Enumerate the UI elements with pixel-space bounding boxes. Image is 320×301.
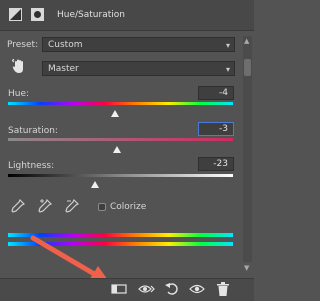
reset-icon[interactable] [163, 281, 181, 297]
trash-icon[interactable] [214, 281, 232, 297]
scrollbar-thumb[interactable] [244, 59, 251, 76]
hue-slider-thumb[interactable] [111, 110, 119, 117]
adjustment-layer-icon[interactable] [9, 8, 22, 21]
preset-dropdown[interactable]: Custom ▾ [42, 37, 235, 52]
panel-title: Hue/Saturation [57, 10, 125, 20]
colorize-label: Colorize [110, 202, 147, 212]
targeted-adjustment-hand-icon[interactable] [12, 59, 26, 75]
mask-icon[interactable] [31, 8, 44, 21]
lightness-value-field[interactable]: -23 [198, 157, 234, 171]
eyedropper-minus-icon[interactable] [65, 199, 79, 213]
visibility-eye-icon[interactable] [188, 281, 206, 297]
eyedropper-plus-icon[interactable] [38, 199, 52, 213]
saturation-value-field[interactable]: -3 [198, 122, 234, 136]
preset-value: Custom [48, 40, 83, 50]
scroll-down-icon[interactable]: ▼ [244, 264, 249, 272]
saturation-gradient-track[interactable] [8, 138, 233, 141]
lightness-label: Lightness: [8, 161, 55, 171]
source-spectrum-bar [8, 233, 233, 237]
saturation-slider-thumb[interactable] [113, 146, 121, 153]
clip-to-layer-icon[interactable] [110, 281, 128, 297]
saturation-label: Saturation: [8, 126, 58, 136]
eyedropper-icon[interactable] [11, 199, 25, 213]
scroll-up-icon[interactable]: ▲ [244, 37, 249, 45]
preset-label: Preset: [7, 40, 39, 50]
colorize-checkbox[interactable] [98, 203, 106, 211]
lightness-gradient-track[interactable] [8, 174, 233, 177]
chevron-down-icon: ▾ [225, 65, 230, 74]
channel-value: Master [48, 64, 79, 74]
chevron-down-icon: ▾ [225, 41, 230, 50]
view-previous-state-icon[interactable] [138, 281, 156, 297]
channel-dropdown[interactable]: Master ▾ [42, 61, 235, 76]
lightness-slider-thumb[interactable] [91, 181, 99, 188]
hue-label: Hue: [8, 89, 30, 99]
result-spectrum-bar [8, 242, 233, 246]
hue-value-field[interactable]: -4 [198, 86, 234, 100]
hue-gradient-track[interactable] [8, 102, 233, 105]
